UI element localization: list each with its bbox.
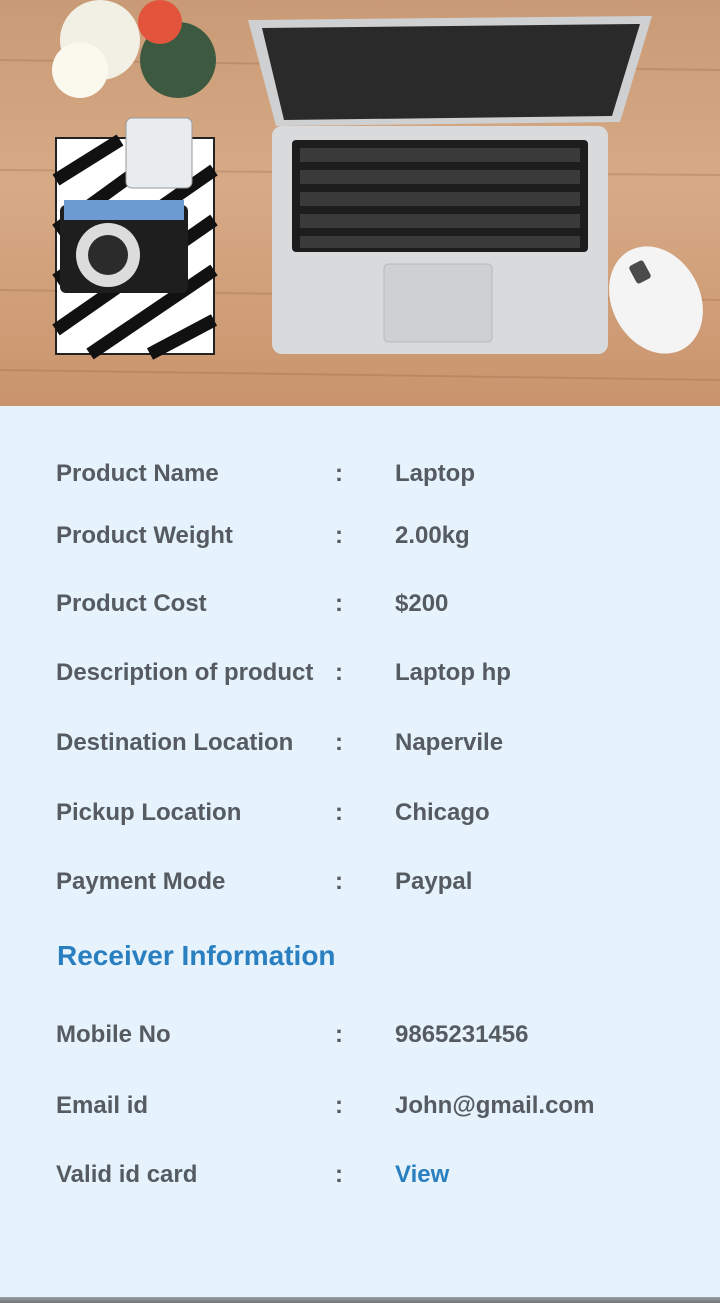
detail-value: Laptop hp [395,659,511,686]
detail-value: Napervile [395,729,504,756]
detail-label: Email id [56,1092,149,1119]
detail-row-mobile: Mobile No : 9865231456 [0,1015,720,1055]
separator-colon: : [335,799,343,826]
detail-value: 9865231456 [395,1021,529,1048]
detail-row-pickup: Pickup Location : Chicago [0,793,720,833]
detail-label: Product Cost [56,590,207,617]
hero-photo [0,0,720,381]
separator-colon: : [335,590,343,617]
detail-row-email: Email id : John@gmail.com [0,1086,720,1126]
detail-row-product-weight: Product Weight : 2.00kg [0,516,720,556]
shipment-details: Product Name : Laptop Product Weight : 2… [0,406,720,1297]
flower-vase-icon [52,0,216,98]
detail-row-product-cost: Product Cost : $200 [0,584,720,624]
detail-value: 2.00kg [395,522,470,549]
separator-colon: : [335,460,343,487]
detail-label: Pickup Location [56,799,242,826]
detail-value: $200 [395,590,449,617]
bottom-divider [0,1297,720,1303]
detail-label: Destination Location [56,729,294,756]
separator-colon: : [335,1021,343,1048]
detail-row-payment-mode: Payment Mode : Paypal [0,862,720,902]
separator-colon: : [335,522,343,549]
receiver-information-heading: Receiver Information [57,940,336,971]
separator-colon: : [335,868,343,895]
laptop-icon [248,16,652,354]
detail-label: Description of product [56,659,314,686]
detail-label: Mobile No [56,1021,171,1048]
detail-value: John@gmail.com [395,1092,595,1119]
detail-row-product-name: Product Name : Laptop [0,454,720,494]
detail-value: Chicago [395,799,490,826]
detail-value: Paypal [395,868,473,895]
view-id-card-link[interactable]: View [395,1155,449,1195]
hero-image [0,0,720,406]
detail-row-valid-id: Valid id card : View [0,1155,720,1195]
detail-value: Laptop [395,460,475,487]
detail-label: Product Weight [56,522,233,549]
separator-colon: : [335,1092,343,1119]
detail-row-destination: Destination Location : Napervile [0,723,720,763]
detail-label: Product Name [56,460,219,487]
detail-label: Payment Mode [56,868,226,895]
detail-label: Valid id card [56,1161,198,1188]
mouse-icon [609,246,703,354]
separator-colon: : [335,729,343,756]
separator-colon: : [335,1161,343,1188]
detail-row-description: Description of product : Laptop hp [0,653,720,693]
separator-colon: : [335,659,343,686]
